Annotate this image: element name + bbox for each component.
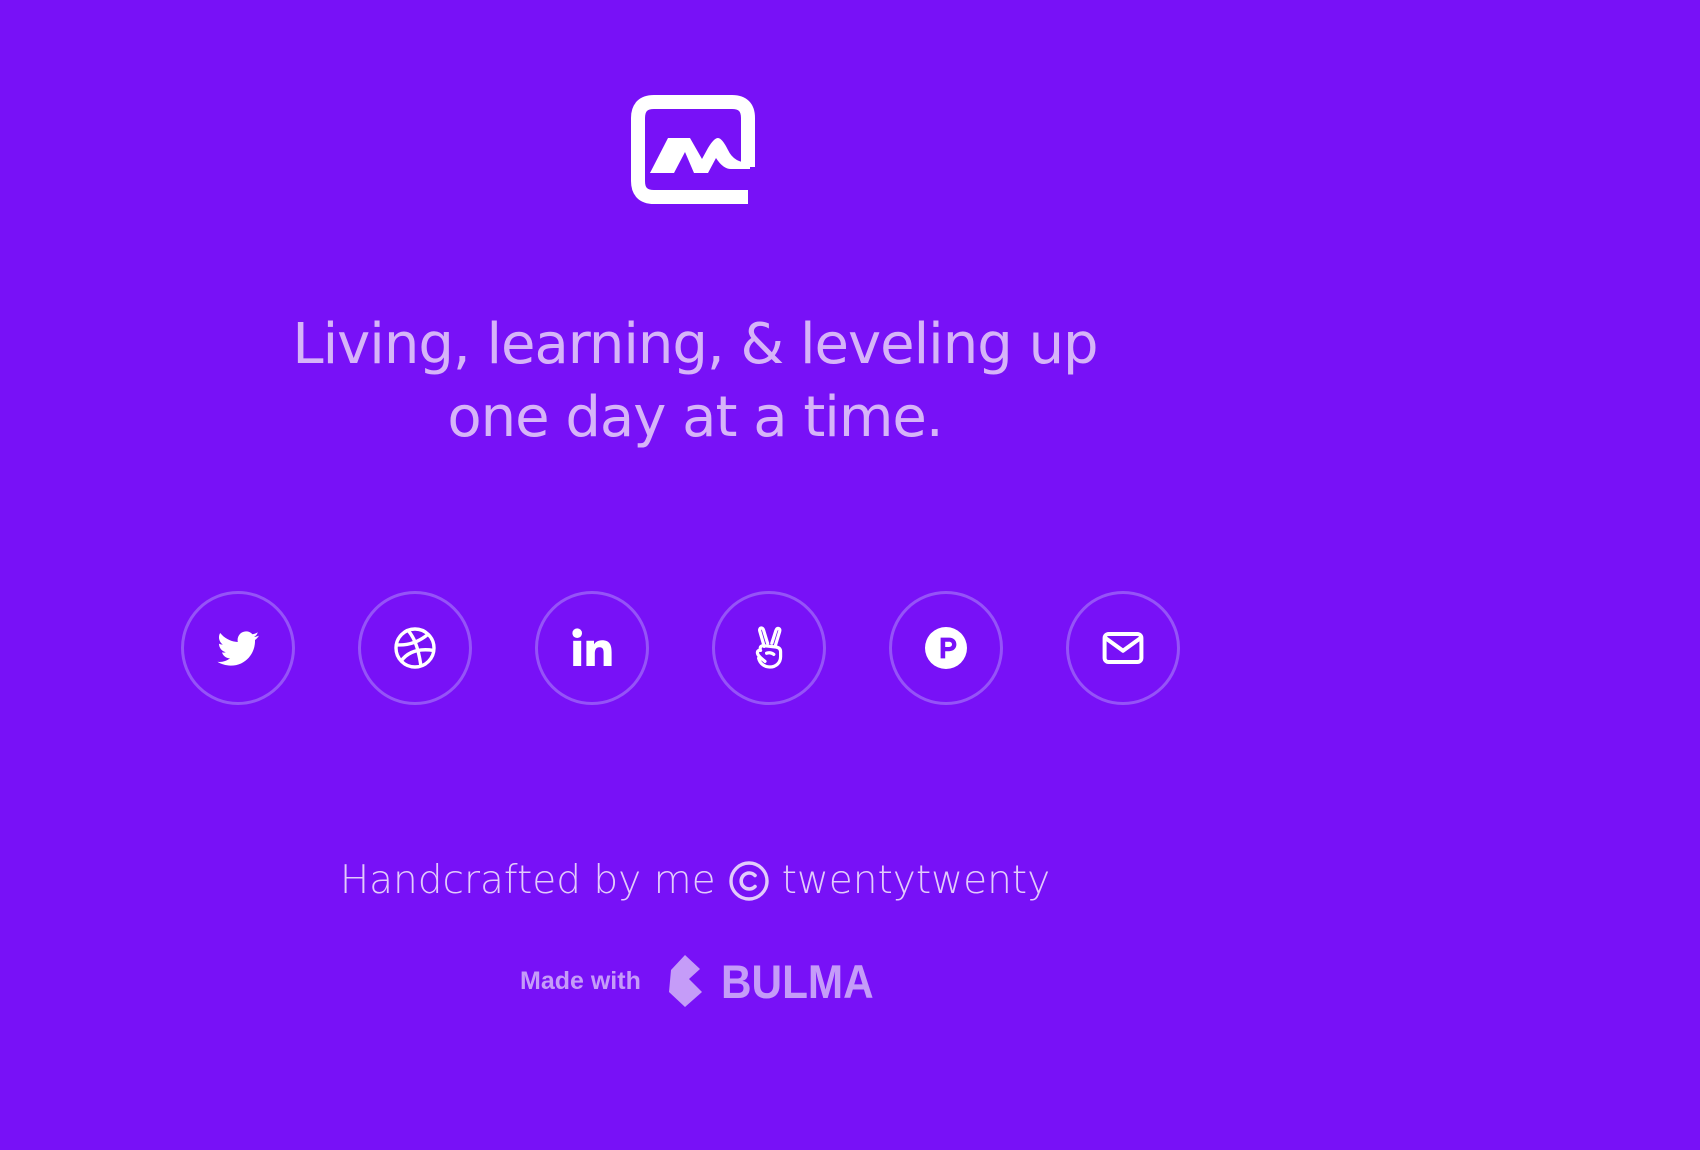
bulma-logo-icon [668,955,702,1007]
tagline: Living, learning, & leveling up one day … [190,308,1200,454]
credit-suffix: twentytwenty [781,858,1051,903]
twitter-icon [217,631,259,666]
copyright-icon [728,861,769,901]
linkedin-link[interactable] [535,591,649,705]
producthunt-icon [925,627,967,669]
site-logo[interactable] [628,92,760,214]
footer-credit: Handcrafted by me twentytwenty [190,852,1200,910]
tagline-line-1: Living, learning, & leveling up [292,312,1098,377]
angellist-link[interactable] [712,591,826,705]
social-links [181,591,1180,705]
twitter-link[interactable] [181,591,295,705]
logo-m-icon [631,95,755,204]
email-link[interactable] [1066,591,1180,705]
tagline-line-2: one day at a time. [447,385,943,450]
angellist-icon [755,626,783,669]
producthunt-link[interactable] [889,591,1003,705]
credit-prefix: Handcrafted by me [339,858,716,903]
linkedin-icon [572,628,612,666]
made-with-label: Made with [520,966,641,995]
envelope-icon [1102,632,1144,664]
dribbble-link[interactable] [358,591,472,705]
dribbble-icon [394,627,436,669]
bulma-wordmark: BULMA [720,954,874,1008]
made-with-bulma-badge[interactable]: Made with BULMA [520,953,891,1009]
